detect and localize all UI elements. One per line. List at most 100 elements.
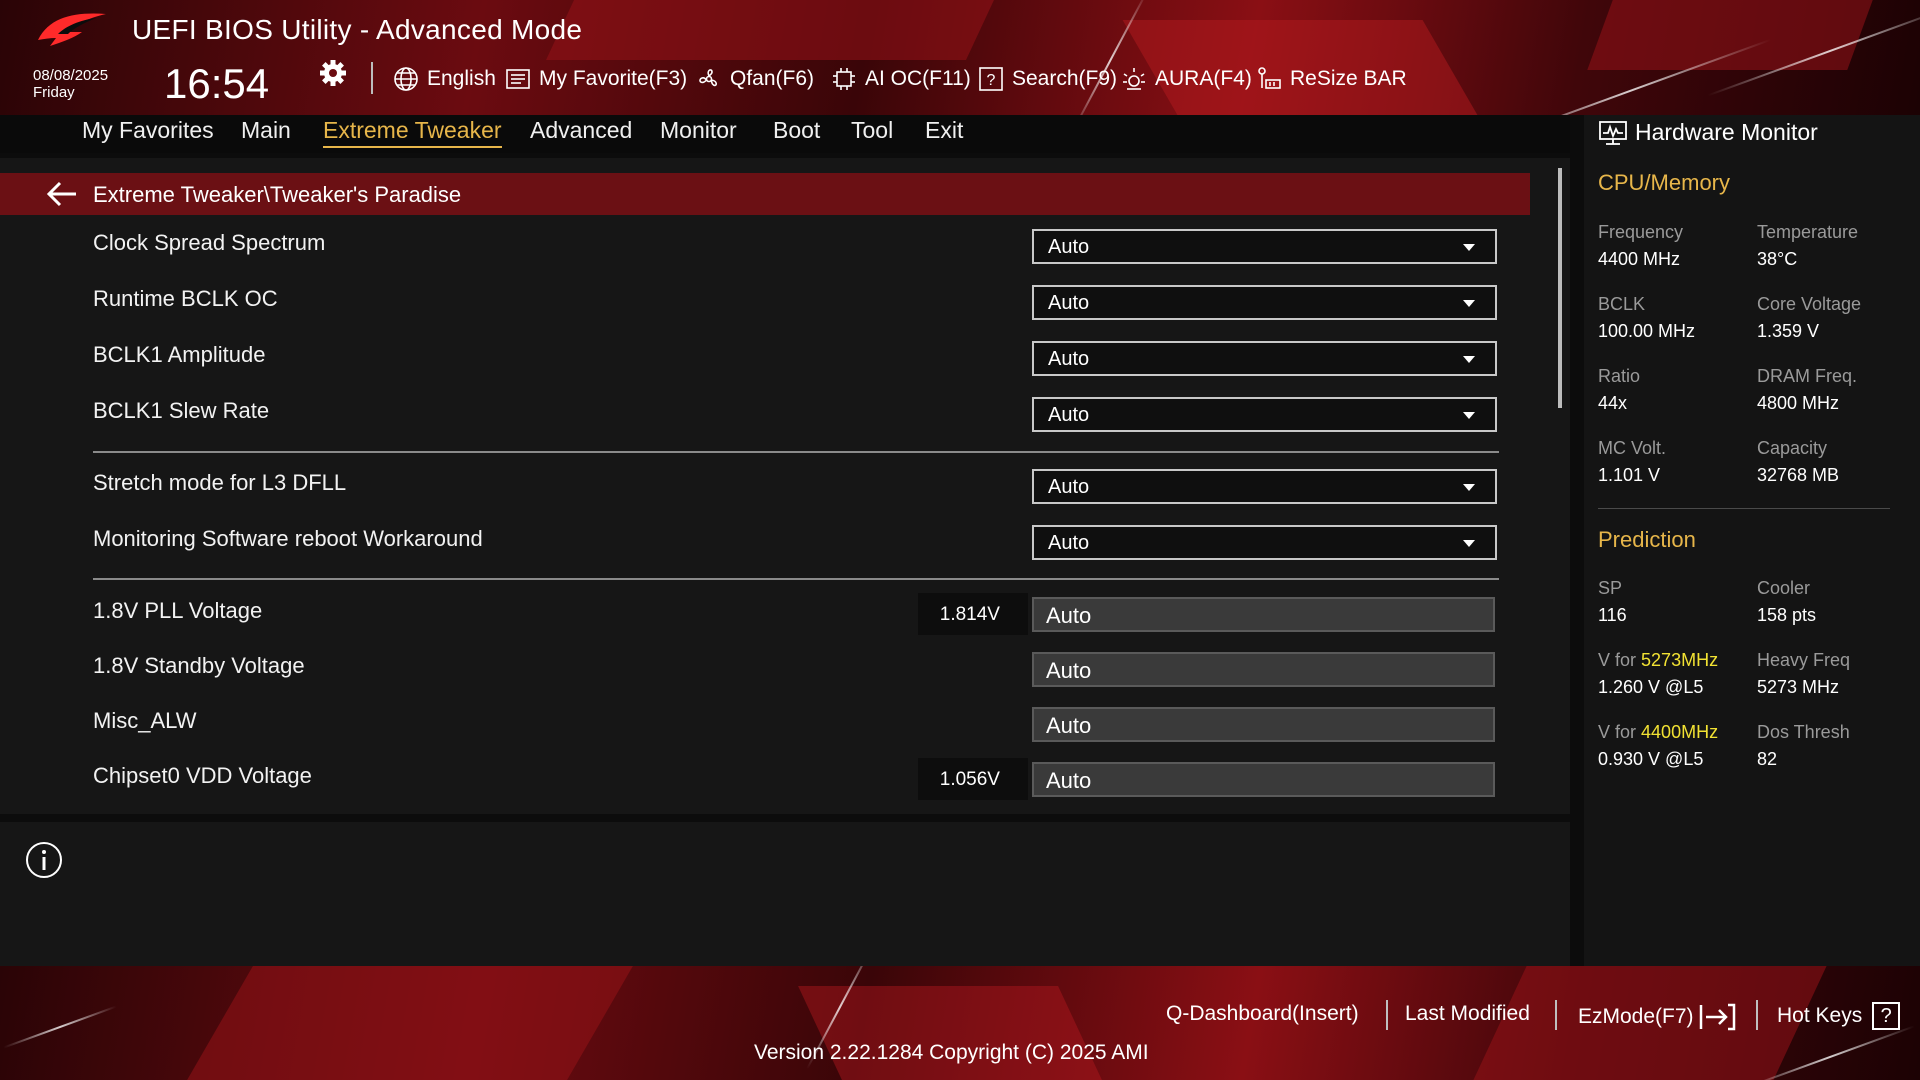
setting-label-pll-voltage: 1.8V PLL Voltage — [93, 598, 263, 623]
mc-volt-value: 1.101 V — [1598, 465, 1661, 485]
day-text: Friday — [33, 84, 75, 101]
cooler-label: Cooler — [1757, 578, 1811, 598]
qfan-label: Qfan(F6) — [730, 67, 815, 90]
clock[interactable]: 16:54 — [164, 60, 269, 108]
resize-bar-button[interactable]: ReSize BAR — [1256, 64, 1407, 94]
rog-logo — [38, 13, 106, 47]
voltage-reading-text: 1.814V — [939, 604, 1000, 625]
setting-label-bclk1-amplitude: BCLK1 Amplitude — [93, 342, 266, 367]
v-for-text: V for — [1598, 650, 1637, 670]
tab-exit[interactable]: Exit — [925, 117, 963, 144]
temperature-value: 38°C — [1757, 249, 1798, 269]
setting-label-bclk1-slew-rate: BCLK1 Slew Rate — [93, 398, 270, 423]
frequency-label: Frequency — [1598, 222, 1684, 242]
v-for-text: V for — [1598, 722, 1637, 742]
dropdown-value: Auto — [1048, 292, 1090, 314]
ratio-value: 44x — [1598, 393, 1628, 413]
ai-oc-button[interactable]: AI OC(F11) — [831, 64, 971, 94]
runtime-bclk-oc-dropdown[interactable]: Auto — [1032, 285, 1497, 320]
ai-chip-icon — [833, 68, 855, 90]
capacity-value: 32768 MB — [1757, 465, 1840, 485]
caret-down-icon — [1463, 300, 1475, 307]
core-voltage-label: Core Voltage — [1757, 294, 1862, 314]
last-modified-button[interactable]: Last Modified — [1405, 1002, 1530, 1026]
gear-icon[interactable] — [318, 58, 348, 88]
caret-down-icon — [1463, 540, 1475, 547]
dropdown-value: Auto — [1048, 236, 1090, 258]
bclk-label: BCLK — [1598, 294, 1646, 314]
dropdown-value: Auto — [1048, 348, 1090, 370]
v-for-freq1-value: 1.260 V @L5 — [1598, 677, 1704, 697]
date-display: 08/08/2025 Friday — [33, 67, 108, 101]
setting-label-misc-alw: Misc_ALW — [93, 708, 197, 733]
search-button[interactable]: ? Search(F9) — [978, 64, 1117, 94]
ezmode-label: EzMode(F7) — [1578, 1005, 1694, 1028]
dos-thresh-label: Dos Thresh — [1757, 722, 1850, 742]
aura-label: AURA(F4) — [1155, 67, 1252, 90]
resize-bar-label: ReSize BAR — [1290, 67, 1407, 90]
dos-thresh-value: 82 — [1757, 749, 1778, 769]
setting-label-stretch-mode-l3-dfll: Stretch mode for L3 DFLL — [93, 470, 347, 495]
ai-oc-label: AI OC(F11) — [865, 67, 971, 90]
frequency-value: 4400 MHz — [1598, 249, 1681, 269]
pll-voltage-field[interactable]: Auto — [1032, 597, 1495, 632]
dropdown-value: Auto — [1048, 532, 1090, 554]
setting-label-standby-voltage: 1.8V Standby Voltage — [93, 653, 305, 678]
sp-value: 116 — [1598, 605, 1627, 625]
tab-tool[interactable]: Tool — [851, 117, 893, 144]
ratio-label: Ratio — [1598, 366, 1641, 386]
resize-bar-icon — [1258, 67, 1281, 89]
aura-button[interactable]: AURA(F4) — [1121, 64, 1252, 94]
hot-keys-button[interactable]: Hot Keys ? — [1777, 1002, 1901, 1030]
caret-down-icon — [1463, 484, 1475, 491]
misc-alw-field[interactable]: Auto — [1032, 707, 1495, 742]
dropdown-value: Auto — [1048, 404, 1090, 426]
info-icon — [26, 842, 62, 878]
my-favorite-button[interactable]: My Favorite(F3) — [505, 64, 687, 94]
stretch-mode-l3-dfll-dropdown[interactable]: Auto — [1032, 469, 1497, 504]
caret-down-icon — [1463, 356, 1475, 363]
breadcrumb-text: Extreme Tweaker\Tweaker's Paradise — [93, 182, 462, 207]
v-for-freq1: 5273MHz — [1641, 650, 1719, 670]
scrollbar[interactable] — [1558, 168, 1562, 408]
tab-advanced[interactable]: Advanced — [530, 117, 632, 144]
caret-down-icon — [1463, 244, 1475, 251]
heavy-freq-label: Heavy Freq — [1757, 650, 1851, 670]
bclk1-amplitude-dropdown[interactable]: Auto — [1032, 341, 1497, 376]
temperature-label: Temperature — [1757, 222, 1859, 242]
chipset0-vdd-voltage-field[interactable]: Auto — [1032, 762, 1495, 797]
tab-main[interactable]: Main — [241, 117, 291, 144]
back-arrow-icon[interactable] — [46, 181, 78, 207]
caret-down-icon — [1463, 412, 1475, 419]
setting-label-runtime-bclk-oc: Runtime BCLK OC — [93, 286, 278, 311]
date-text: 08/08/2025 — [33, 67, 109, 84]
footer-separator — [1386, 1000, 1388, 1030]
tab-boot[interactable]: Boot — [773, 117, 820, 144]
hardware-monitor-divider — [1598, 508, 1890, 509]
setting-label-chipset0-vdd-voltage: Chipset0 VDD Voltage — [93, 763, 312, 788]
qfan-button[interactable]: Qfan(F6) — [696, 64, 814, 94]
language-button[interactable]: English — [393, 64, 496, 94]
ezmode-button[interactable]: EzMode(F7) — [1578, 1002, 1738, 1032]
q-dashboard-button[interactable]: Q-Dashboard(Insert) — [1166, 1002, 1359, 1026]
standby-voltage-field[interactable]: Auto — [1032, 652, 1495, 687]
field-value: Auto — [1046, 768, 1092, 793]
v-for-freq1-label: V for 5273MHz — [1598, 650, 1718, 671]
tab-extreme-tweaker[interactable]: Extreme Tweaker — [323, 117, 502, 148]
app-title: UEFI BIOS Utility - Advanced Mode — [132, 14, 583, 45]
core-voltage-value: 1.359 V — [1757, 321, 1820, 341]
chipset0-vdd-voltage-reading: 1.056V — [918, 758, 1028, 800]
clock-spread-spectrum-dropdown[interactable]: Auto — [1032, 229, 1497, 264]
capacity-label: Capacity — [1757, 438, 1828, 458]
language-label: English — [427, 67, 496, 90]
section-divider — [93, 578, 1499, 580]
prediction-heading: Prediction — [1598, 527, 1696, 552]
tab-my-favorites[interactable]: My Favorites — [82, 117, 214, 144]
tab-monitor[interactable]: Monitor — [660, 117, 737, 144]
footer-separator — [1555, 1000, 1557, 1030]
field-value: Auto — [1046, 603, 1092, 628]
pll-voltage-reading: 1.814V — [918, 593, 1028, 635]
footer-separator — [1756, 1000, 1758, 1030]
monitoring-software-reboot-dropdown[interactable]: Auto — [1032, 525, 1497, 560]
bclk1-slew-rate-dropdown[interactable]: Auto — [1032, 397, 1497, 432]
